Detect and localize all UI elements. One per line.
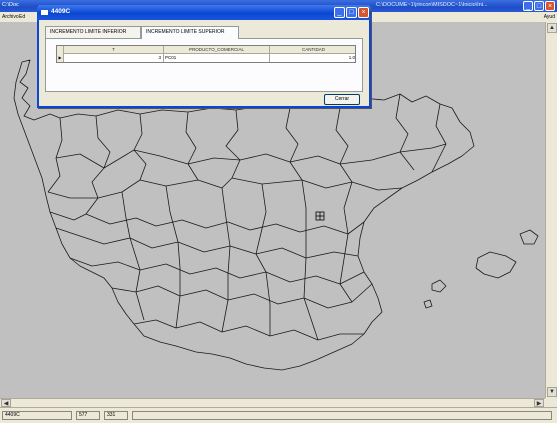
border-path bbox=[47, 177, 403, 199]
border-path bbox=[55, 227, 359, 259]
border-path bbox=[395, 93, 415, 171]
minimize-icon[interactable]: _ bbox=[334, 7, 345, 18]
border-path bbox=[47, 117, 63, 193]
border-path bbox=[133, 113, 147, 181]
scroll-left-icon[interactable]: ◀ bbox=[1, 399, 11, 407]
menu-ayuda[interactable]: Ayud bbox=[544, 14, 555, 20]
border-path bbox=[339, 181, 353, 303]
border-path bbox=[185, 111, 199, 181]
status-module: 4409C bbox=[2, 411, 72, 420]
vertical-scrollbar[interactable]: ▲ ▼ bbox=[545, 22, 557, 398]
border-path bbox=[69, 257, 365, 285]
border-path bbox=[225, 109, 241, 179]
scroll-right-icon[interactable]: ▶ bbox=[534, 399, 544, 407]
dialog-titlebar[interactable]: 4409C _ □ × bbox=[37, 5, 371, 20]
grid-header-row: T PRODUCTO_COMERCIAL CANTIDAD bbox=[57, 46, 355, 54]
table-row[interactable]: ▶ 3 PC01 1.0 bbox=[57, 54, 355, 62]
border-path bbox=[55, 143, 447, 169]
menu-archivo[interactable]: Archivo bbox=[2, 14, 19, 20]
status-x: 577 bbox=[76, 411, 100, 420]
border-path bbox=[335, 107, 353, 183]
border-path bbox=[431, 103, 447, 173]
tab-limite-inferior[interactable]: INCREMENTO LIMITE INFERIOR bbox=[45, 26, 141, 38]
cell-cantidad[interactable]: 1.0 bbox=[270, 54, 357, 62]
minimize-icon[interactable]: _ bbox=[523, 1, 533, 11]
statusbar: 4409C 577 331 bbox=[0, 407, 557, 423]
main-window-title: C:\Doc bbox=[2, 2, 19, 8]
dialog-controls: _ □ × bbox=[334, 7, 369, 18]
column-header-cantidad[interactable]: CANTIDAD bbox=[270, 46, 357, 54]
island-path bbox=[475, 251, 517, 279]
border-path bbox=[285, 107, 303, 181]
horizontal-scrollbar[interactable]: ◀ ▶ bbox=[0, 398, 545, 407]
main-window-controls: _ □ × bbox=[523, 1, 555, 11]
dialog-title: 4409C bbox=[51, 8, 71, 15]
dialog-window: 4409C _ □ × INCREMENTO LIMITE INFERIOR I… bbox=[37, 5, 371, 108]
border-path bbox=[111, 283, 373, 309]
row-selector-icon[interactable]: ▶ bbox=[57, 54, 64, 62]
border-path bbox=[221, 187, 231, 333]
close-button[interactable]: Cerrar bbox=[324, 94, 360, 105]
island-path bbox=[519, 229, 539, 245]
tab-limite-superior[interactable]: INCREMENTO LIMITE SUPERIOR bbox=[141, 26, 239, 39]
crosshair-square-icon[interactable] bbox=[315, 211, 325, 221]
tab-panel: T PRODUCTO_COMERCIAL CANTIDAD ▶ 3 PC01 1… bbox=[45, 38, 363, 92]
data-grid: T PRODUCTO_COMERCIAL CANTIDAD ▶ 3 PC01 1… bbox=[56, 45, 356, 63]
status-y: 331 bbox=[104, 411, 128, 420]
window-icon bbox=[41, 10, 48, 15]
scrollbar-corner bbox=[545, 398, 557, 407]
border-path bbox=[255, 183, 271, 336]
border-path bbox=[133, 319, 364, 341]
island-path bbox=[423, 299, 433, 309]
border-path bbox=[85, 115, 111, 215]
island-path bbox=[431, 279, 447, 293]
column-header-producto[interactable]: PRODUCTO_COMERCIAL bbox=[164, 46, 270, 54]
cell-producto[interactable]: PC01 bbox=[164, 54, 270, 62]
grid-corner bbox=[57, 46, 64, 54]
maximize-icon[interactable]: □ bbox=[346, 7, 357, 18]
border-path bbox=[49, 211, 365, 235]
border-path bbox=[301, 179, 319, 341]
border-path bbox=[165, 185, 181, 329]
border-path bbox=[121, 191, 145, 321]
close-icon[interactable]: × bbox=[358, 7, 369, 18]
cell-t[interactable]: 3 bbox=[64, 54, 164, 62]
scroll-down-icon[interactable]: ▼ bbox=[547, 387, 557, 397]
status-message bbox=[132, 411, 552, 420]
scroll-up-icon[interactable]: ▲ bbox=[547, 23, 557, 33]
column-header-t[interactable]: T bbox=[64, 46, 164, 54]
main-window-path: C:\DOCUME~1\jrincon\MISDOC~1\Inicio\Ini.… bbox=[376, 2, 488, 8]
close-icon[interactable]: × bbox=[545, 1, 555, 11]
maximize-icon[interactable]: □ bbox=[534, 1, 544, 11]
menu-edicion[interactable]: Ed bbox=[19, 14, 25, 20]
